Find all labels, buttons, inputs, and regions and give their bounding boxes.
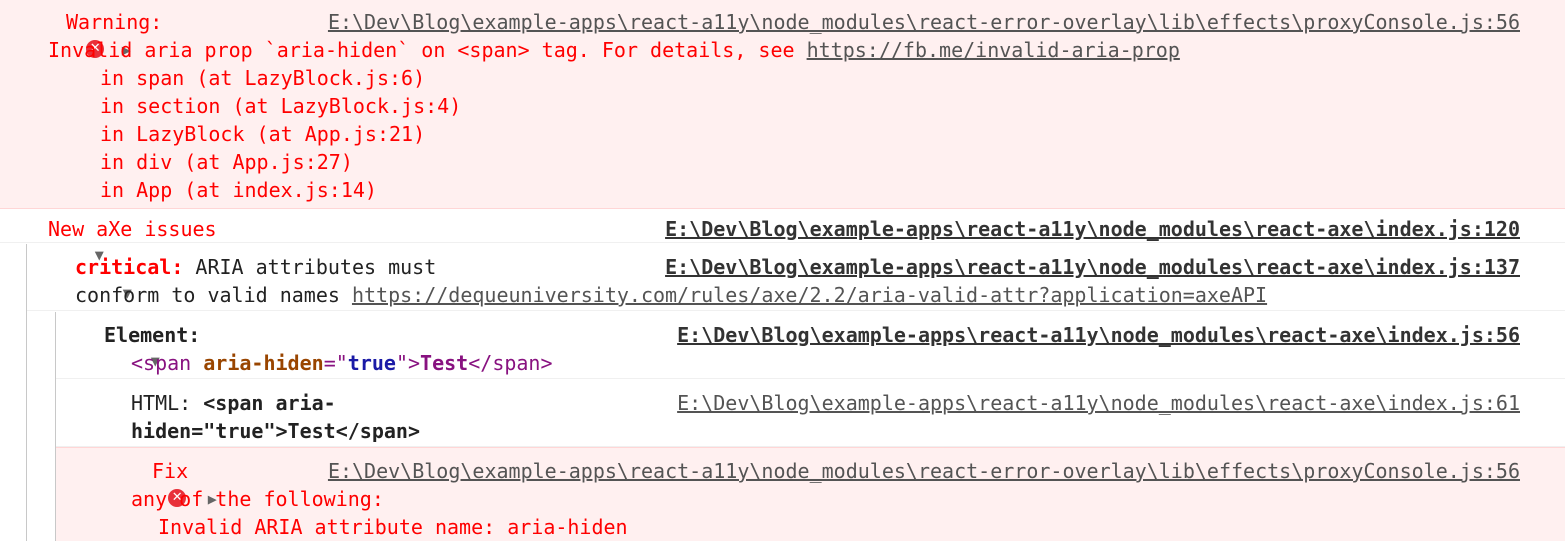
fix-line-2: any of the following:: [131, 487, 384, 511]
warning-message-text: Invalid aria prop `aria-hiden` on <span>…: [48, 38, 807, 62]
stack-frame: in LazyBlock (at App.js:21): [100, 122, 426, 146]
warning-docs-link[interactable]: https://fb.me/invalid-aria-prop: [807, 38, 1180, 62]
element-label: Element:: [104, 323, 201, 347]
fix-label: Fix: [152, 459, 189, 483]
element-attr-value: true: [347, 351, 396, 375]
fix-source-link[interactable]: E:\Dev\Blog\example-apps\react-a11y\node…: [328, 457, 1520, 485]
axe-group-source-link[interactable]: E:\Dev\Blog\example-apps\react-a11y\node…: [665, 215, 1520, 243]
fix-line-3: Invalid ARIA attribute name: aria-hiden: [158, 515, 628, 539]
warning-message[interactable]: ✕ ▶ Warning: E:\Dev\Blog\example-apps\re…: [0, 0, 1565, 209]
devtools-console: ✕ ▶ Warning: E:\Dev\Blog\example-apps\re…: [0, 0, 1565, 541]
element-source-link[interactable]: E:\Dev\Blog\example-apps\react-a11y\node…: [677, 321, 1520, 349]
html-source-link[interactable]: E:\Dev\Blog\example-apps\react-a11y\node…: [677, 389, 1520, 417]
critical-issue-row[interactable]: ▼ critical: ARIA attributes must E:\Dev\…: [27, 243, 1565, 311]
warning-label: Warning:: [66, 10, 163, 34]
critical-line-1: critical: ARIA attributes must: [75, 253, 436, 281]
fix-error-row[interactable]: ✕ ▶ Fix E:\Dev\Blog\example-apps\react-a…: [56, 447, 1565, 541]
critical-line-2: conform to valid names https://dequeuniv…: [75, 281, 1267, 309]
html-value-1: <span aria-: [203, 391, 336, 415]
element-node[interactable]: <span aria-hiden="true">Test</span>: [131, 349, 553, 377]
stack-frame: in section (at LazyBlock.js:4): [100, 94, 462, 118]
axe-group-title: New aXe issues: [48, 217, 217, 241]
axe-group-header[interactable]: ▼ New aXe issues E:\Dev\Blog\example-app…: [0, 209, 1565, 264]
html-value-2: hiden="true">Test</span>: [131, 419, 420, 443]
element-content: Test: [420, 351, 469, 375]
element-row[interactable]: ▼ Element: E:\Dev\Blog\example-apps\reac…: [56, 311, 1565, 379]
html-row[interactable]: HTML: <span aria- hiden="true">Test</spa…: [56, 379, 1565, 447]
element-attr-name: aria-hiden: [203, 351, 324, 375]
critical-text-2: conform to valid names: [75, 283, 352, 307]
critical-label: critical:: [75, 255, 184, 279]
critical-source-link[interactable]: E:\Dev\Blog\example-apps\react-a11y\node…: [665, 253, 1520, 281]
stack-frame: in span (at LazyBlock.js:6): [100, 66, 426, 90]
stack-frame: in App (at index.js:14): [100, 178, 377, 202]
critical-text-1: ARIA attributes must: [183, 255, 437, 279]
critical-rule-link[interactable]: https://dequeuniversity.com/rules/axe/2.…: [352, 283, 1267, 307]
html-line-1: HTML: <span aria-: [131, 389, 336, 417]
html-label: HTML:: [131, 391, 204, 415]
warning-source-link[interactable]: E:\Dev\Blog\example-apps\react-a11y\node…: [328, 8, 1520, 36]
stack-frame: in div (at App.js:27): [100, 150, 353, 174]
element-tag-name: span: [143, 351, 192, 375]
warning-text: Invalid aria prop `aria-hiden` on <span>…: [48, 36, 1180, 64]
